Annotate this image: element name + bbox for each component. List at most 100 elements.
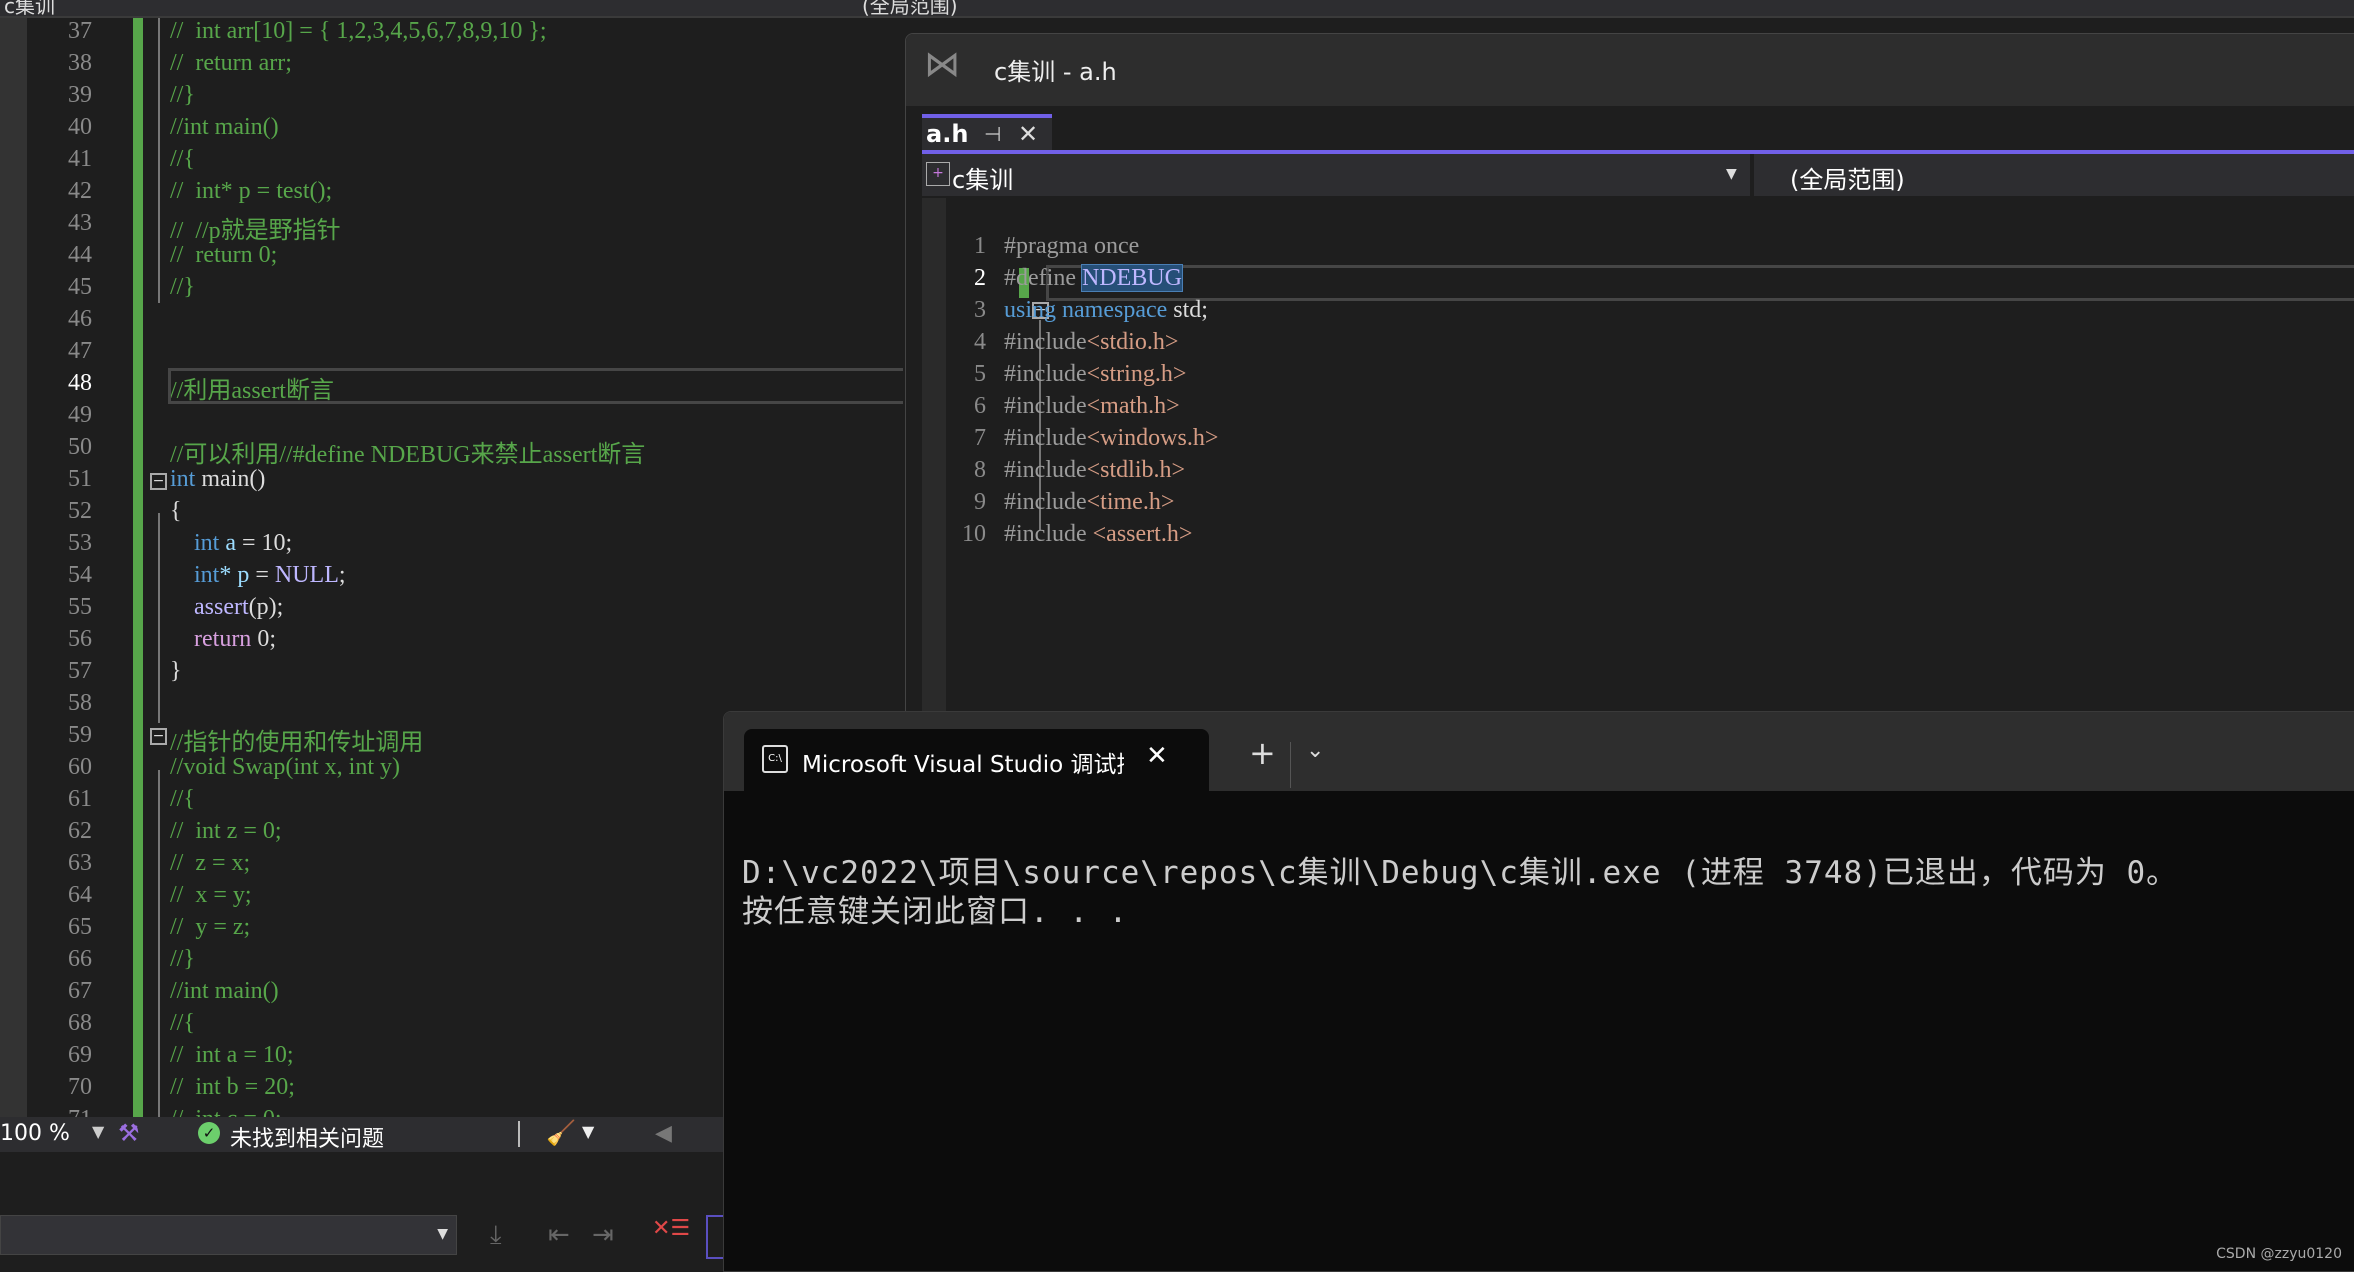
code-line: int* p = NULL; [170, 562, 346, 589]
code-token: #include [1004, 329, 1087, 355]
fold-guide [158, 770, 160, 1117]
new-tab-plus-icon[interactable]: + [1249, 734, 1276, 772]
code-token: (p); [248, 594, 284, 620]
close-icon[interactable]: ✕ [1018, 120, 1038, 148]
collapse-icon[interactable]: − [150, 473, 167, 490]
intellicode-icon[interactable]: ⚒ [118, 1119, 140, 1147]
scope-dropdown[interactable]: (全局范围) [1750, 154, 2354, 196]
line-number: 47 [68, 338, 92, 364]
code-line: #include<time.h> [1004, 489, 1174, 516]
code-token: = [249, 562, 275, 588]
chevron-down-icon: ▼ [1726, 166, 1737, 182]
debug-console-window[interactable]: C:\ Microsoft Visual Studio 调试控 ✕ + ⌄ D:… [723, 711, 2354, 1272]
code-token: // return arr; [170, 50, 292, 76]
output-panel: ▼ ⤓ ⇤ ⇥ ✕☰ [0, 1152, 727, 1270]
line-number: 44 [68, 242, 92, 268]
close-icon[interactable]: ✕ [1146, 741, 1168, 771]
code-token: } [170, 658, 182, 684]
code-token: //{ [170, 1010, 195, 1036]
visual-studio-logo-icon: ⋈ [924, 44, 960, 85]
code-line: #define NDEBUG [1004, 264, 1183, 292]
previous-message-icon[interactable]: ⇤ [548, 1220, 570, 1250]
code-token: NDEBUG [1080, 264, 1183, 292]
terminal-tab-bar: C:\ Microsoft Visual Studio 调试控 ✕ + ⌄ [724, 712, 2354, 791]
line-number: 52 [68, 498, 92, 524]
line-number: 6 [974, 393, 986, 419]
code-line: //{ [170, 146, 195, 173]
next-message-icon[interactable]: ⇥ [592, 1220, 614, 1250]
code-line: #include <assert.h> [1004, 521, 1192, 548]
code-line: // return 0; [170, 242, 277, 269]
line-number: 70 [68, 1074, 92, 1100]
scroll-left-icon[interactable]: ◀ [655, 1121, 672, 1146]
code-token: int [170, 466, 196, 492]
tab-a-h[interactable]: a.h ⊣ ✕ [922, 114, 1052, 154]
code-cleanup-broom-icon[interactable]: 🧹 [546, 1119, 576, 1147]
code-token: #include [1004, 489, 1087, 515]
window-title-bar: ⋈ c集训 - a.h [906, 34, 2354, 106]
code-token: #include [1004, 361, 1087, 387]
collapse-icon[interactable]: − [150, 728, 167, 745]
code-token: //{ [170, 146, 195, 172]
code-token: // x = y; [170, 882, 252, 908]
code-line: #include<string.h> [1004, 361, 1186, 388]
code-line: //} [170, 274, 195, 301]
code-token: // int* p = test(); [170, 178, 333, 204]
scope-dropdown-top[interactable]: (全局范围) [862, 0, 958, 16]
go-to-location-icon[interactable]: ⤓ [490, 1220, 502, 1251]
line-number: 9 [974, 489, 986, 515]
code-line: // x = y; [170, 882, 252, 909]
code-line: using namespace std; [1004, 297, 1208, 324]
pin-icon[interactable]: ⊣ [984, 122, 1001, 146]
line-number: 46 [68, 306, 92, 332]
cleanup-dropdown-arrow-icon[interactable]: ▼ [582, 1122, 594, 1141]
zoom-level[interactable]: 100 % [0, 1121, 70, 1146]
code-token: #include [1004, 425, 1087, 451]
code-token: //int main() [170, 114, 279, 140]
code-token: #define [1004, 265, 1082, 291]
line-number: 49 [68, 402, 92, 428]
zoom-dropdown-arrow-icon[interactable]: ▼ [92, 1122, 104, 1141]
code-line: // int arr[10] = { 1,2,3,4,5,6,7,8,9,10 … [170, 18, 547, 45]
code-line: { [170, 498, 182, 525]
code-token: //int main() [170, 978, 279, 1004]
code-token: // int z = 0; [170, 818, 282, 844]
console-output-line: 按任意键关闭此窗口. . . [742, 894, 1129, 930]
issues-status[interactable]: 未找到相关问题 [230, 1121, 384, 1153]
code-token: <time.h> [1086, 489, 1175, 515]
line-number: 7 [974, 425, 986, 451]
line-number: 59 [68, 722, 92, 748]
chevron-down-icon[interactable]: ⌄ [1306, 738, 1324, 763]
line-number: 48 [68, 370, 92, 396]
line-number: 2 [974, 265, 986, 291]
code-token: assert [194, 594, 249, 620]
navigation-bar: + c集训 ▼ (全局范围) [922, 154, 2354, 196]
line-number: 53 [68, 530, 92, 556]
terminal-tab[interactable]: C:\ Microsoft Visual Studio 调试控 ✕ [744, 729, 1209, 791]
header-code-editor[interactable]: − 1 #pragma once 2 #define NDEBUG 3 using nam… [922, 198, 2354, 712]
project-name: c集训 [952, 166, 1014, 194]
clear-all-icon[interactable]: ✕☰ [652, 1216, 690, 1241]
line-number: 42 [68, 178, 92, 204]
code-line: #include<math.h> [1004, 393, 1180, 420]
project-dropdown[interactable]: + c集训 ▼ [922, 154, 1742, 196]
code-line: // int c = 0; [170, 1106, 282, 1117]
code-line: //{ [170, 786, 195, 813]
code-token: using [1004, 297, 1057, 323]
line-number: 38 [68, 50, 92, 76]
output-source-dropdown[interactable]: ▼ [0, 1215, 457, 1255]
code-token: //{ [170, 786, 195, 812]
line-number: 55 [68, 594, 92, 620]
check-circle-icon: ✓ [198, 1122, 220, 1144]
code-line: //void Swap(int x, int y) [170, 754, 400, 781]
code-token: // int c = 0; [170, 1106, 282, 1117]
line-number: 37 [68, 18, 92, 44]
code-token: // z = x; [170, 850, 251, 876]
code-token: ; [338, 562, 346, 588]
divider [518, 1121, 520, 1147]
code-line: //} [170, 946, 195, 973]
project-dropdown-top[interactable]: c集训 [4, 0, 55, 16]
header-file-window: ⋈ c集训 - a.h a.h ⊣ ✕ + c集训 ▼ (全局范围) − 1 #p… [905, 33, 2354, 713]
